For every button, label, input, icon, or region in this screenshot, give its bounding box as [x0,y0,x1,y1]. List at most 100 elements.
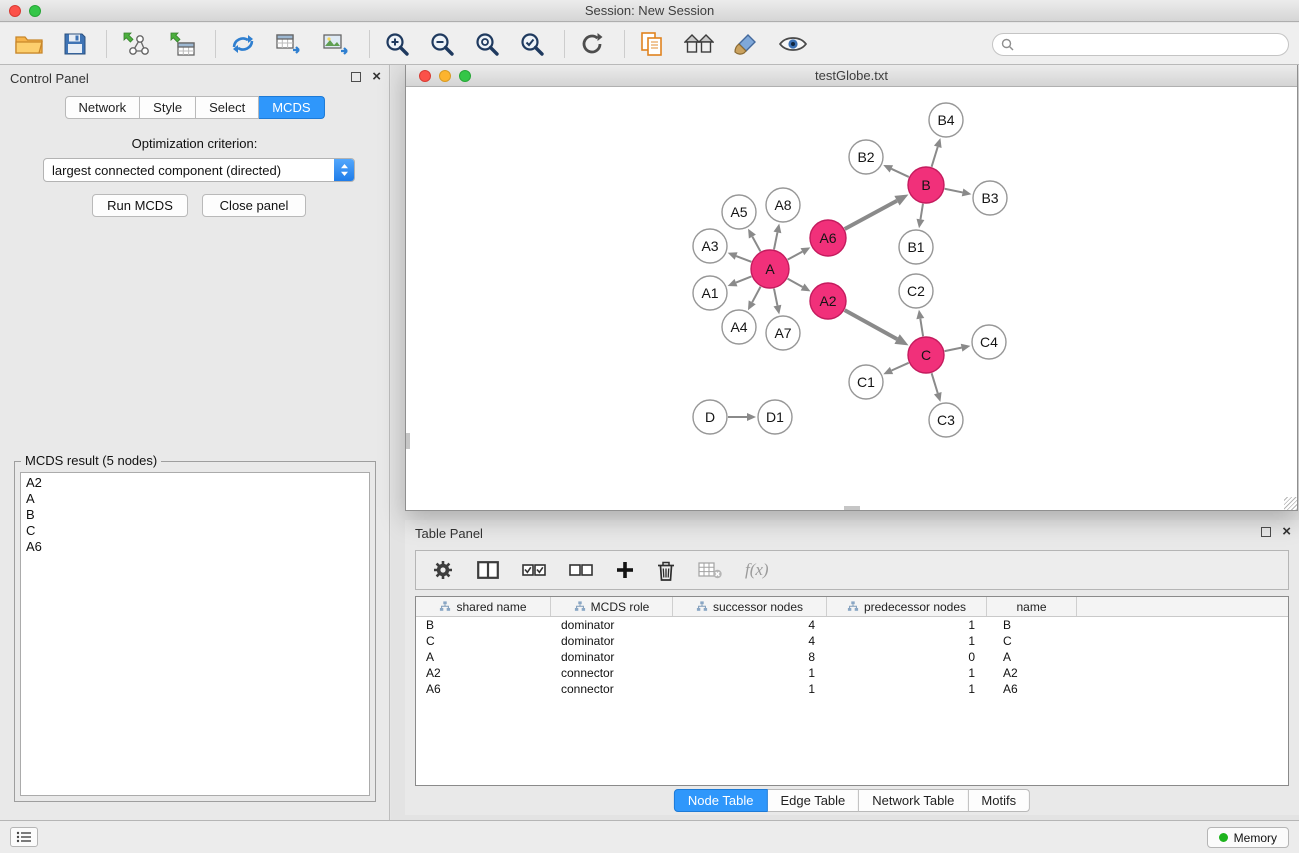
node-table-header: shared name MCDS role successor nodes pr… [416,597,1288,617]
run-mcds-button[interactable]: Run MCDS [92,194,188,217]
zoom-out-button[interactable] [427,27,457,61]
graph-node-label: A2 [819,293,836,309]
close-window-button[interactable] [9,5,21,17]
graph-edge-B-B4[interactable] [932,147,938,167]
table-cell: dominator [551,633,673,649]
graph-edge-A-A8[interactable] [774,232,777,249]
graph-edge-A6-B[interactable] [845,201,897,229]
graph-edge-A-A1[interactable] [736,276,751,282]
mcds-result-list[interactable]: A2ABCA6 [20,472,370,796]
select-all-button[interactable] [522,562,546,578]
tab-mcds[interactable]: MCDS [259,96,324,119]
network-window: testGlobe.txt AA1A2A3A4A5A6A7A8BB1B2B3B4… [405,64,1298,511]
graph-edge-C-C2[interactable] [920,319,923,337]
column-header-shared-name[interactable]: shared name [416,597,551,616]
zoom-in-button[interactable] [382,27,412,61]
graph-edge-C-C4[interactable] [945,348,962,352]
graph-edge-C-C1[interactable] [892,363,909,371]
close-panel-button[interactable]: Close panel [202,194,306,217]
import-table-button[interactable] [166,27,198,61]
graph-edge-B-B1[interactable] [920,204,923,220]
export-table-button[interactable] [273,27,305,61]
tab-network[interactable]: Network [64,96,140,119]
tab-network-table[interactable]: Network Table [859,789,968,812]
graph-edge-arrowhead [917,219,925,229]
column-header-predecessor-nodes[interactable]: predecessor nodes [827,597,987,616]
graph-edge-A-A3[interactable] [736,256,751,262]
tree-icon [847,601,859,612]
table-row[interactable]: A2connector11A2 [416,665,1288,681]
mcds-result-item[interactable]: C [21,523,369,539]
tab-node-table[interactable]: Node Table [674,789,768,812]
export-image-button[interactable] [320,27,352,61]
home-button[interactable] [682,27,716,61]
mcds-result-item[interactable]: A [21,491,369,507]
deselect-all-button[interactable] [569,562,593,578]
window-controls [9,5,41,17]
column-header-successor-nodes[interactable]: successor nodes [673,597,827,616]
show-details-button[interactable] [776,27,810,61]
network-zoom-button[interactable] [459,70,471,82]
column-header-mcds-role[interactable]: MCDS role [551,597,673,616]
zoom-window-button[interactable] [29,5,41,17]
graph-node-label: C2 [907,283,925,299]
show-columns-button[interactable] [477,561,499,579]
vertical-scrollbar[interactable] [406,433,410,449]
graph-edge-A-A7[interactable] [774,289,777,306]
add-column-button[interactable] [616,561,634,579]
import-network-button[interactable] [119,27,151,61]
graph-edge-A-A6[interactable] [788,252,803,260]
mcds-result-item[interactable]: A2 [21,475,369,491]
table-row[interactable]: Adominator80A [416,649,1288,665]
table-row[interactable]: Cdominator41C [416,633,1288,649]
network-window-titlebar[interactable]: testGlobe.txt [406,65,1297,87]
open-file-button[interactable] [12,27,46,61]
tab-style[interactable]: Style [140,96,196,119]
float-table-panel-icon[interactable] [1261,527,1271,537]
graph-node-label: D1 [766,409,784,425]
network-minimize-button[interactable] [439,70,451,82]
delete-table-button[interactable] [698,561,722,579]
network-close-button[interactable] [419,70,431,82]
graph-edge-C-C3[interactable] [932,373,938,393]
memory-button[interactable]: Memory [1207,827,1289,848]
clone-network-button[interactable] [637,27,667,61]
search-input[interactable] [1019,38,1288,52]
resize-grip-icon[interactable] [1284,497,1297,510]
search-box[interactable] [992,33,1289,56]
control-panel-header: Control Panel × [0,65,389,91]
horizontal-scrollbar[interactable] [844,506,860,510]
delete-column-button[interactable] [657,560,675,581]
table-row[interactable]: Bdominator41B [416,617,1288,633]
network-canvas[interactable]: AA1A2A3A4A5A6A7A8BB1B2B3B4CC1C2C3C4DD1 [406,87,1297,510]
column-header-name[interactable]: name [987,597,1077,616]
function-builder-button[interactable]: f(x) [745,560,769,580]
table-settings-button[interactable] [432,559,454,581]
export-network-button[interactable] [228,27,258,61]
close-panel-icon[interactable]: × [372,71,381,82]
style-brush-button[interactable] [731,27,761,61]
criterion-dropdown[interactable]: largest connected component (directed) [43,158,355,182]
mcds-result-item[interactable]: B [21,507,369,523]
zoom-fit-button[interactable] [472,27,502,61]
mcds-result-item[interactable]: A6 [21,539,369,555]
graph-edge-A2-C[interactable] [845,310,897,339]
graph-edge-A-A2[interactable] [788,279,803,287]
graph-node-label: A7 [774,325,791,341]
float-panel-icon[interactable] [351,72,361,82]
refresh-layout-button[interactable] [577,27,607,61]
task-history-button[interactable] [10,827,38,847]
save-session-button[interactable] [61,27,89,61]
tab-select[interactable]: Select [196,96,259,119]
zoom-selected-button[interactable] [517,27,547,61]
graph-node-label: D [705,409,715,425]
graph-edge-A-A4[interactable] [752,287,760,303]
close-table-panel-icon[interactable]: × [1282,526,1291,537]
graph-edge-B-B3[interactable] [945,189,963,193]
graph-edge-A-A5[interactable] [752,237,760,252]
tab-motifs[interactable]: Motifs [968,789,1030,812]
tab-edge-table[interactable]: Edge Table [767,789,859,812]
graph-edge-B-B2[interactable] [891,169,908,177]
table-row[interactable]: A6connector11A6 [416,681,1288,697]
control-panel-title: Control Panel [10,71,89,86]
